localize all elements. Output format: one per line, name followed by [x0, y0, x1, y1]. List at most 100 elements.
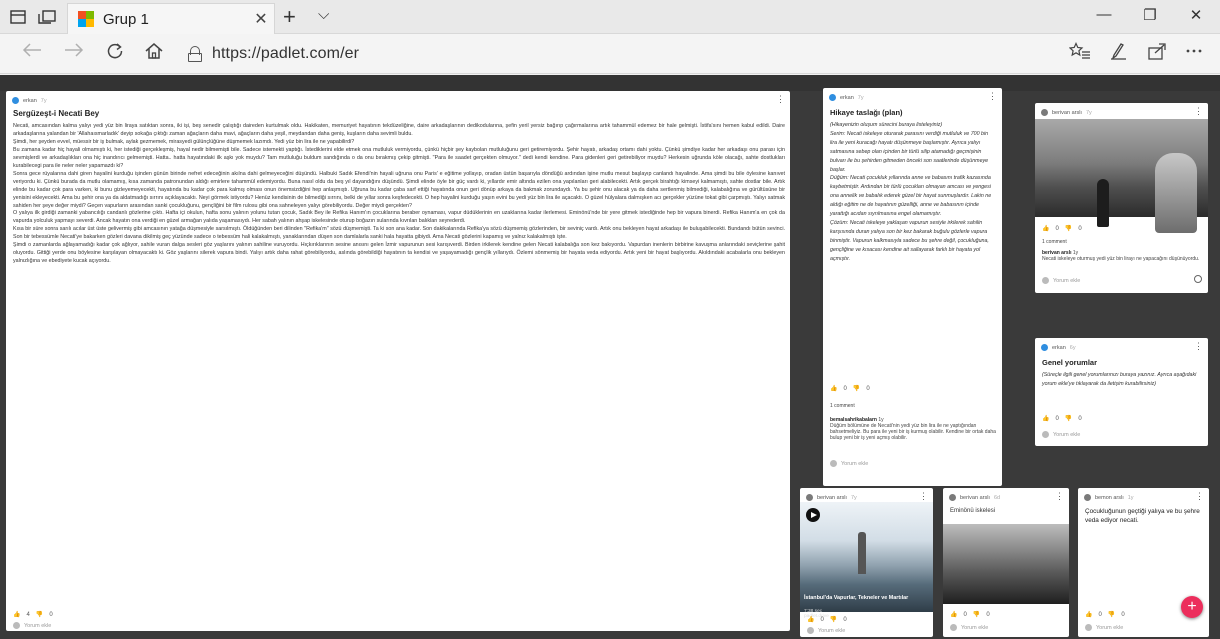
dislike-icon[interactable]: 👎: [1108, 611, 1115, 618]
post-photo-pier[interactable]: berivan arslı 7y ⋮ 👍 0 👎 0 1 comment beriv…: [1035, 103, 1208, 293]
author-name: berivan arslı: [817, 494, 847, 501]
post-author: erkan 7y: [829, 94, 864, 101]
post-general-comments[interactable]: erkan 6y ⋮ Genel yorumlar (Süreçle ilgil…: [1035, 338, 1208, 446]
comment-placeholder: Yorum ekle: [961, 624, 989, 631]
like-icon[interactable]: 👍: [807, 616, 814, 623]
image-person-shape: [1097, 179, 1109, 227]
post-paragraph: Necati, amcasından kalma yalıyı yedi yüz…: [13, 123, 785, 137]
add-post-button[interactable]: +: [1181, 596, 1203, 618]
like-icon[interactable]: 👍: [1085, 611, 1092, 618]
like-icon[interactable]: 👍: [1042, 415, 1049, 422]
post-menu-icon[interactable]: ⋮: [1055, 492, 1064, 501]
play-icon[interactable]: [806, 508, 820, 522]
padlet-favicon-icon: [78, 11, 94, 27]
dislike-icon[interactable]: 👎: [853, 385, 860, 392]
author-name: erkan: [23, 97, 37, 104]
like-icon[interactable]: 👍: [950, 611, 957, 618]
post-paragraph: O yalıya ilk girdiği zamanki yabancılığı…: [13, 210, 785, 225]
dislike-count: 0: [49, 611, 53, 618]
add-comment-field[interactable]: Yorum ekle: [1042, 431, 1080, 438]
dislike-count: 0: [1121, 611, 1125, 618]
add-comment-field[interactable]: Yorum ekle: [830, 460, 868, 467]
dislike-count: 0: [986, 611, 990, 618]
author-name: berivan arslı: [1052, 109, 1082, 116]
lock-icon: [188, 46, 202, 62]
comment-text: Düğüm bölümüne de Necati'nin yedi yüz bi…: [830, 423, 996, 441]
comment-count[interactable]: 1 comment: [1042, 239, 1067, 245]
dislike-count: 0: [866, 385, 870, 392]
post-menu-icon[interactable]: ⋮: [919, 492, 928, 501]
forward-button[interactable]: [60, 42, 88, 66]
dislike-icon[interactable]: 👎: [36, 611, 43, 618]
avatar: [949, 494, 956, 501]
post-title: Eminönü iskelesi: [950, 508, 996, 514]
post-menu-icon[interactable]: ⋮: [1194, 342, 1203, 351]
url-text: https://padlet.com/er: [212, 45, 360, 62]
post-main-story[interactable]: erkan 7y ⋮ Sergüzeşt-i Necati Bey Necati…: [6, 91, 790, 631]
tab-preview-icon[interactable]: [37, 7, 57, 27]
tab-close-icon[interactable]: ✕: [248, 9, 274, 29]
comment-avatar-icon: [807, 627, 814, 634]
post-image[interactable]: [1035, 119, 1208, 233]
minimize-button[interactable]: —: [1084, 6, 1124, 23]
back-button[interactable]: [18, 42, 46, 66]
post-age: 6y: [1069, 344, 1076, 351]
comment-count[interactable]: 1 comment: [830, 403, 855, 409]
reaction-bar: 👍 0 👎 0: [1042, 415, 1082, 423]
post-paragraph: Kısa bir süre sonra sarılı acılar üst üs…: [13, 226, 785, 241]
post-menu-icon[interactable]: ⋮: [776, 95, 785, 104]
post-menu-icon[interactable]: ⋮: [988, 92, 997, 101]
favorites-icon[interactable]: [1066, 42, 1094, 66]
author-name: erkan: [1052, 344, 1066, 351]
browser-tab[interactable]: Grup 1 ✕: [67, 3, 275, 34]
post-menu-icon[interactable]: ⋮: [1194, 107, 1203, 116]
dislike-icon[interactable]: 👎: [830, 616, 837, 623]
post-age: 7y: [1085, 109, 1092, 116]
home-icon[interactable]: [140, 42, 168, 66]
post-author: erkan 7y: [12, 97, 47, 104]
tab-list-chevron-icon[interactable]: ⌵: [318, 6, 329, 23]
dislike-icon[interactable]: 👎: [1065, 225, 1072, 232]
reaction-bar: 👍 0 👎 0: [950, 611, 990, 619]
post-menu-icon[interactable]: ⋮: [1195, 492, 1204, 501]
dislike-icon[interactable]: 👎: [973, 611, 980, 618]
close-window-button[interactable]: ✕: [1176, 6, 1216, 24]
post-video[interactable]: berivan arslı 7y ⋮ İstanbul'da Vapurlar,…: [800, 488, 933, 637]
pen-notes-icon[interactable]: [1104, 42, 1132, 66]
dislike-count: 0: [1078, 225, 1082, 232]
add-comment-field[interactable]: Yorum ekle: [1085, 624, 1123, 631]
video-thumbnail[interactable]: İstanbul'da Vapurlar, Tekneler ve Martıl…: [800, 502, 933, 619]
post-age: 1y: [1127, 494, 1134, 501]
set-tabs-aside-icon[interactable]: [8, 7, 28, 27]
more-icon[interactable]: [1180, 42, 1208, 66]
author-name: erkan: [840, 94, 854, 101]
add-comment-field[interactable]: Yorum ekle: [13, 622, 51, 629]
refresh-icon[interactable]: [101, 42, 129, 66]
browser-titlebar: Grup 1 ✕ + ⌵ — ❐ ✕: [0, 0, 1220, 34]
post-image[interactable]: [943, 524, 1069, 604]
url-field[interactable]: https://padlet.com/er: [188, 41, 1008, 67]
reaction-bar: 👍 0 👎 0: [830, 385, 870, 393]
add-comment-field[interactable]: Yorum ekle: [1042, 277, 1080, 284]
post-story-outline[interactable]: erkan 7y ⋮ Hikaye taslağı (plan) (Hikaye…: [823, 88, 1002, 486]
dislike-icon[interactable]: 👎: [1065, 415, 1072, 422]
add-comment-field[interactable]: Yorum ekle: [807, 627, 845, 634]
post-body: Necati, amcasından kalma yalıyı yedi yüz…: [13, 123, 785, 266]
reaction-bar: 👍 0 👎 0: [1085, 611, 1125, 619]
like-icon[interactable]: 👍: [830, 385, 837, 392]
comment-item: berivan arslı 1y Necati iskeleye oturmuş…: [1042, 250, 1202, 262]
post-age: 7y: [850, 494, 857, 501]
add-comment-field[interactable]: Yorum ekle: [950, 624, 988, 631]
comment-placeholder: Yorum ekle: [1053, 277, 1081, 284]
like-icon[interactable]: 👍: [13, 611, 20, 618]
avatar: [806, 494, 813, 501]
like-icon[interactable]: 👍: [1042, 225, 1049, 232]
share-icon[interactable]: [1143, 42, 1171, 66]
send-comment-icon[interactable]: [1194, 275, 1202, 283]
new-tab-button[interactable]: +: [283, 4, 296, 30]
post-paragraph: Sonra gece rüyalarına dahi giren hayalin…: [13, 170, 785, 209]
maximize-button[interactable]: ❐: [1130, 6, 1170, 24]
comment-text: Necati iskeleye oturmuş yedi yüz bin lir…: [1042, 256, 1200, 262]
post-eminonu-pier[interactable]: berivan arslı 6d ⋮ Eminönü iskelesi 👍 0 👎…: [943, 488, 1069, 637]
post-author: bemon arslı 1y: [1084, 494, 1134, 501]
